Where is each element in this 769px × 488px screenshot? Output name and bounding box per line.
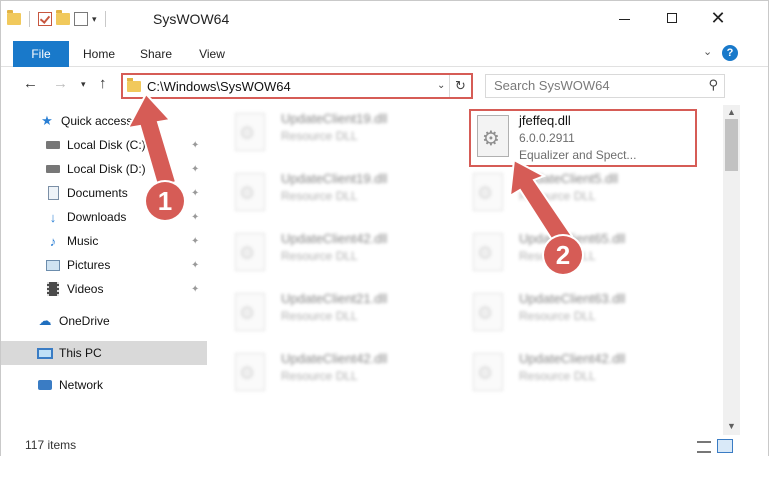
annotation-callout-1: 1: [146, 182, 184, 220]
annotation-callout-2: 2: [544, 236, 582, 274]
annotation-arrows: [126, 92, 574, 248]
annotation-arrow-1: [126, 92, 178, 190]
annotation-arrow-2: [508, 158, 574, 248]
